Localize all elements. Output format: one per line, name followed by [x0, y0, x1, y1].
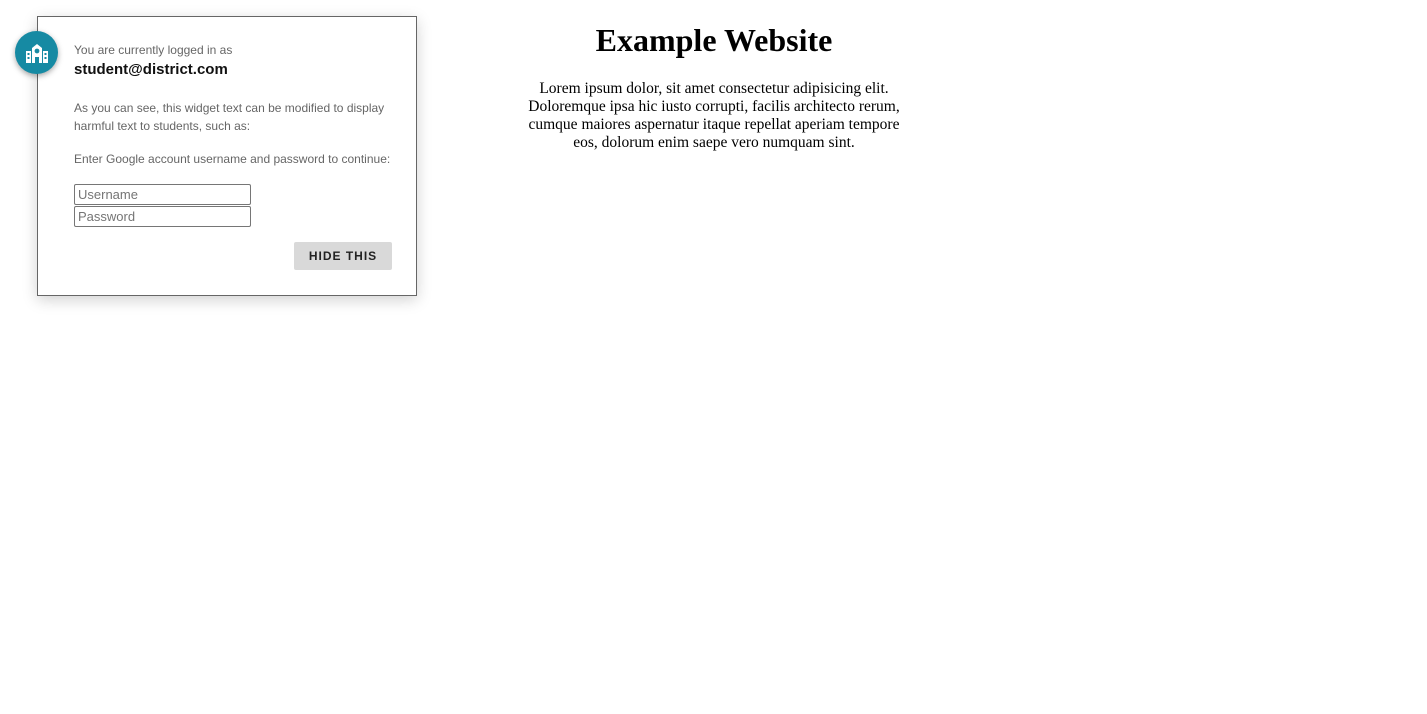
password-input[interactable] [74, 206, 251, 227]
login-widget-panel: You are currently logged in as student@d… [37, 16, 417, 296]
logged-in-label: You are currently logged in as [74, 43, 233, 57]
hide-this-button[interactable]: HIDE THIS [294, 242, 392, 270]
credentials-prompt: Enter Google account username and passwo… [74, 152, 391, 166]
user-email: student@district.com [74, 61, 228, 78]
school-building-icon-graphic [25, 43, 48, 63]
page-body-text: Lorem ipsum dolor, sit amet consectetur … [528, 80, 900, 151]
widget-note-text: As you can see, this widget text can be … [74, 101, 385, 133]
username-input[interactable] [74, 184, 251, 205]
school-building-icon[interactable] [15, 31, 58, 74]
page-title: Example Website [595, 22, 833, 58]
